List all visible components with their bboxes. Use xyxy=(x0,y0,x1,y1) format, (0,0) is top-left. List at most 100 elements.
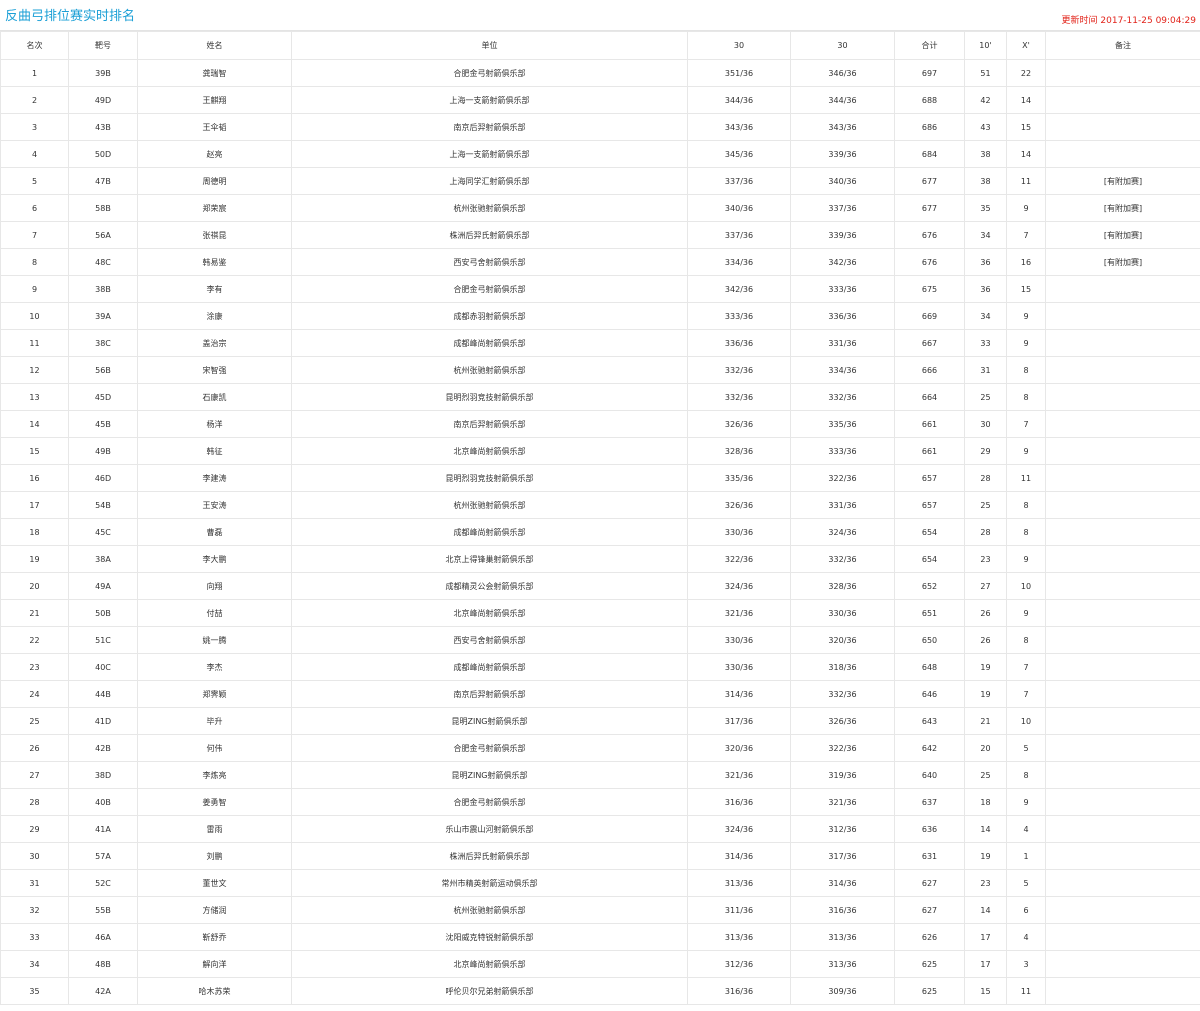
cell-club: 北京峰尚射箭俱乐部 xyxy=(291,950,688,978)
table-row: 25 41D 毕升 昆明ZING射箭俱乐部 317/36 326/36 643 21 10 xyxy=(0,707,1200,735)
cell-remark xyxy=(1045,680,1200,708)
cell-remark xyxy=(1045,761,1200,789)
cell-round2: 332/36 xyxy=(790,383,895,411)
cell-rank: 9 xyxy=(0,275,69,303)
cell-target: 45D xyxy=(68,383,138,411)
cell-club: 杭州张驰射箭俱乐部 xyxy=(291,491,688,519)
cell-target: 38A xyxy=(68,545,138,573)
header-club: 单位 xyxy=(291,31,688,60)
cell-name: 雷雨 xyxy=(137,815,292,843)
cell-x: 11 xyxy=(1006,977,1046,1005)
update-time: 2017-11-25 09:04:29 xyxy=(1100,16,1196,26)
cell-round1: 314/36 xyxy=(687,842,791,870)
cell-x: 9 xyxy=(1006,599,1046,627)
cell-total: 677 xyxy=(894,194,965,222)
cell-round2: 319/36 xyxy=(790,761,895,789)
cell-x: 3 xyxy=(1006,950,1046,978)
cell-remark xyxy=(1045,86,1200,114)
cell-target: 43B xyxy=(68,113,138,141)
cell-club: 杭州张驰射箭俱乐部 xyxy=(291,896,688,924)
cell-tens: 34 xyxy=(964,221,1007,249)
cell-x: 8 xyxy=(1006,383,1046,411)
cell-target: 50D xyxy=(68,140,138,168)
cell-round1: 351/36 xyxy=(687,59,791,87)
cell-x: 9 xyxy=(1006,329,1046,357)
cell-remark: [有附加赛] xyxy=(1045,248,1200,276)
cell-club: 西安弓舍射箭俱乐部 xyxy=(291,626,688,654)
cell-name: 石康凯 xyxy=(137,383,292,411)
cell-x: 14 xyxy=(1006,140,1046,168)
table-row: 21 50B 付喆 北京峰尚射箭俱乐部 321/36 330/36 651 26 9 xyxy=(0,599,1200,627)
cell-club: 沈阳威克特锐射箭俱乐部 xyxy=(291,923,688,951)
cell-name: 李大鹏 xyxy=(137,545,292,573)
table-row: 19 38A 李大鹏 北京上得锋巢射箭俱乐部 322/36 332/36 654 23 9 xyxy=(0,545,1200,573)
header-rank: 名次 xyxy=(0,31,69,60)
cell-club: 呼伦贝尔兄弟射箭俱乐部 xyxy=(291,977,688,1005)
cell-round2: 335/36 xyxy=(790,410,895,438)
cell-rank: 17 xyxy=(0,491,69,519)
cell-round2: 321/36 xyxy=(790,788,895,816)
cell-target: 38B xyxy=(68,275,138,303)
table-row: 29 41A 雷雨 乐山市震山河射箭俱乐部 324/36 312/36 636 14 4 xyxy=(0,815,1200,843)
cell-club: 成都峰尚射箭俱乐部 xyxy=(291,518,688,546)
cell-target: 46A xyxy=(68,923,138,951)
cell-round1: 330/36 xyxy=(687,518,791,546)
cell-round1: 332/36 xyxy=(687,383,791,411)
cell-name: 付喆 xyxy=(137,599,292,627)
table-row: 18 45C 曹磊 成都峰尚射箭俱乐部 330/36 324/36 654 28 8 xyxy=(0,518,1200,546)
cell-x: 1 xyxy=(1006,842,1046,870)
cell-total: 652 xyxy=(894,572,965,600)
cell-rank: 21 xyxy=(0,599,69,627)
table-row: 33 46A 靳舒乔 沈阳威克特锐射箭俱乐部 313/36 313/36 626 17 4 xyxy=(0,923,1200,951)
cell-remark xyxy=(1045,383,1200,411)
table-row: 5 47B 周德明 上海同学汇射箭俱乐部 337/36 340/36 677 38 11 [有附加… xyxy=(0,167,1200,195)
cell-round1: 311/36 xyxy=(687,896,791,924)
cell-tens: 15 xyxy=(964,977,1007,1005)
cell-round1: 330/36 xyxy=(687,626,791,654)
cell-tens: 30 xyxy=(964,410,1007,438)
cell-club: 株洲后羿氏射箭俱乐部 xyxy=(291,842,688,870)
cell-total: 666 xyxy=(894,356,965,384)
cell-name: 李杰 xyxy=(137,653,292,681)
cell-name: 王伞韬 xyxy=(137,113,292,141)
cell-x: 7 xyxy=(1006,653,1046,681)
cell-x: 8 xyxy=(1006,761,1046,789)
cell-name: 郑霁颖 xyxy=(137,680,292,708)
cell-tens: 23 xyxy=(964,869,1007,897)
cell-round1: 314/36 xyxy=(687,680,791,708)
cell-x: 14 xyxy=(1006,86,1046,114)
cell-remark xyxy=(1045,896,1200,924)
header-round2: 30 xyxy=(790,31,895,60)
cell-tens: 29 xyxy=(964,437,1007,465)
cell-target: 41D xyxy=(68,707,138,735)
cell-remark xyxy=(1045,734,1200,762)
cell-target: 49D xyxy=(68,86,138,114)
cell-total: 664 xyxy=(894,383,965,411)
cell-target: 56A xyxy=(68,221,138,249)
cell-round1: 328/36 xyxy=(687,437,791,465)
table-row: 31 52C 董世文 常州市精英射箭运动俱乐部 313/36 314/36 627 23 5 xyxy=(0,869,1200,897)
cell-remark xyxy=(1045,545,1200,573)
cell-tens: 25 xyxy=(964,491,1007,519)
table-row: 10 39A 涂康 成都赤羽射箭俱乐部 333/36 336/36 669 34 9 xyxy=(0,302,1200,330)
cell-club: 杭州张驰射箭俱乐部 xyxy=(291,356,688,384)
cell-x: 11 xyxy=(1006,167,1046,195)
cell-tens: 26 xyxy=(964,599,1007,627)
cell-total: 648 xyxy=(894,653,965,681)
cell-name: 郑荣宸 xyxy=(137,194,292,222)
cell-round2: 332/36 xyxy=(790,545,895,573)
table-row: 26 42B 何伟 合肥金弓射箭俱乐部 320/36 322/36 642 20 5 xyxy=(0,734,1200,762)
cell-target: 45C xyxy=(68,518,138,546)
cell-tens: 19 xyxy=(964,680,1007,708)
cell-club: 北京峰尚射箭俱乐部 xyxy=(291,437,688,465)
header-remark: 备注 xyxy=(1045,31,1200,60)
header-name: 姓名 xyxy=(137,31,292,60)
cell-total: 677 xyxy=(894,167,965,195)
page-header: 反曲弓排位赛实时排名 更新时间 2017-11-25 09:04:29 xyxy=(0,0,1200,31)
cell-club: 上海同学汇射箭俱乐部 xyxy=(291,167,688,195)
cell-round1: 343/36 xyxy=(687,113,791,141)
cell-remark xyxy=(1045,140,1200,168)
cell-club: 株洲后羿氏射箭俱乐部 xyxy=(291,221,688,249)
cell-total: 686 xyxy=(894,113,965,141)
cell-tens: 36 xyxy=(964,248,1007,276)
